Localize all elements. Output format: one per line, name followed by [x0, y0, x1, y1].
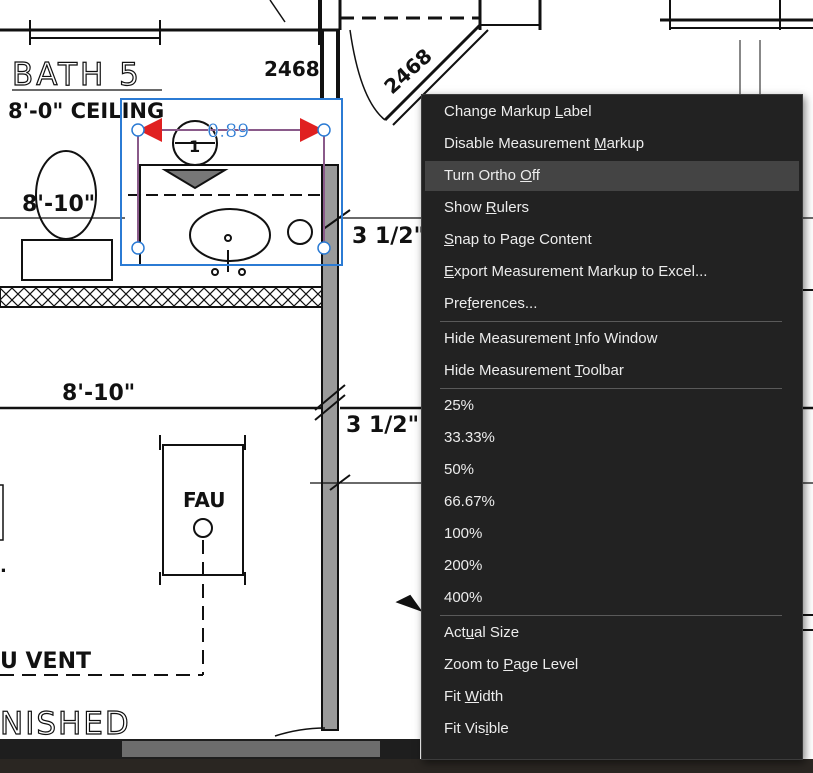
menu-item-snap-to-page-content[interactable]: Snap to Page Content: [425, 225, 799, 255]
height-label-mid: 8'-10": [62, 381, 135, 406]
menu-item-100-percent[interactable]: 100%: [425, 519, 799, 549]
menu-item-25-percent[interactable]: 25%: [425, 391, 799, 421]
ceiling-label: 8'-0" CEILING: [8, 99, 164, 123]
menu-item-33-33-percent[interactable]: 33.33%: [425, 423, 799, 453]
handle-top-right[interactable]: [317, 123, 331, 137]
menu-separator: [440, 615, 782, 616]
menu-item-fit-width[interactable]: Fit Width: [425, 682, 799, 712]
room-label: BATH 5: [12, 57, 142, 93]
menu-item-fit-visible[interactable]: Fit Visible: [425, 714, 799, 744]
menu-item-zoom-to-page-level[interactable]: Zoom to Page Level: [425, 650, 799, 680]
detail-marker-label: 1: [189, 137, 200, 156]
menu-item-turn-ortho-off[interactable]: Turn Ortho Off: [425, 161, 799, 191]
menu-item-actual-size[interactable]: Actual Size: [425, 618, 799, 648]
menu-item-disable-measurement-markup[interactable]: Disable Measurement Markup: [425, 129, 799, 159]
handle-bottom-right[interactable]: [317, 241, 331, 255]
menu-separator: [440, 388, 782, 389]
menu-item-show-rulers[interactable]: Show Rulers: [425, 193, 799, 223]
context-menu: Change Markup Label Disable Measurement M…: [421, 94, 803, 760]
hatched-wall: [0, 286, 323, 308]
menu-item-400-percent[interactable]: 400%: [425, 583, 799, 613]
handle-bottom-left[interactable]: [131, 241, 145, 255]
handle-top-left[interactable]: [131, 123, 145, 137]
menu-item-200-percent[interactable]: 200%: [425, 551, 799, 581]
wall-thickness-lower: 3 1/2": [346, 413, 419, 438]
menu-item-50-percent[interactable]: 50%: [425, 455, 799, 485]
scrollbar-thumb[interactable]: [122, 741, 380, 757]
menu-item-change-markup-label[interactable]: Change Markup Label: [425, 97, 799, 127]
menu-item-export-measurement-markup-to-excel[interactable]: Export Measurement Markup to Excel...: [425, 257, 799, 287]
wall-thickness-upper: 3 1/2": [352, 224, 425, 249]
fau-label: FAU: [183, 488, 225, 512]
menu-separator: [440, 321, 782, 322]
horizontal-scrollbar[interactable]: [0, 739, 420, 759]
measurement-value: 0.89: [207, 120, 249, 142]
bottom-strip: [0, 759, 813, 773]
height-label-left: 8'-10": [22, 192, 95, 217]
vent-label: U VENT: [0, 649, 91, 674]
finished-label: NISHED: [0, 706, 131, 742]
door-size-label: 2468: [264, 57, 320, 81]
menu-item-hide-measurement-toolbar[interactable]: Hide Measurement Toolbar: [425, 356, 799, 386]
left-edge-fragment: .: [0, 556, 7, 577]
menu-item-preferences[interactable]: Preferences...: [425, 289, 799, 319]
menu-item-hide-measurement-info-window[interactable]: Hide Measurement Info Window: [425, 324, 799, 354]
menu-item-66-67-percent[interactable]: 66.67%: [425, 487, 799, 517]
